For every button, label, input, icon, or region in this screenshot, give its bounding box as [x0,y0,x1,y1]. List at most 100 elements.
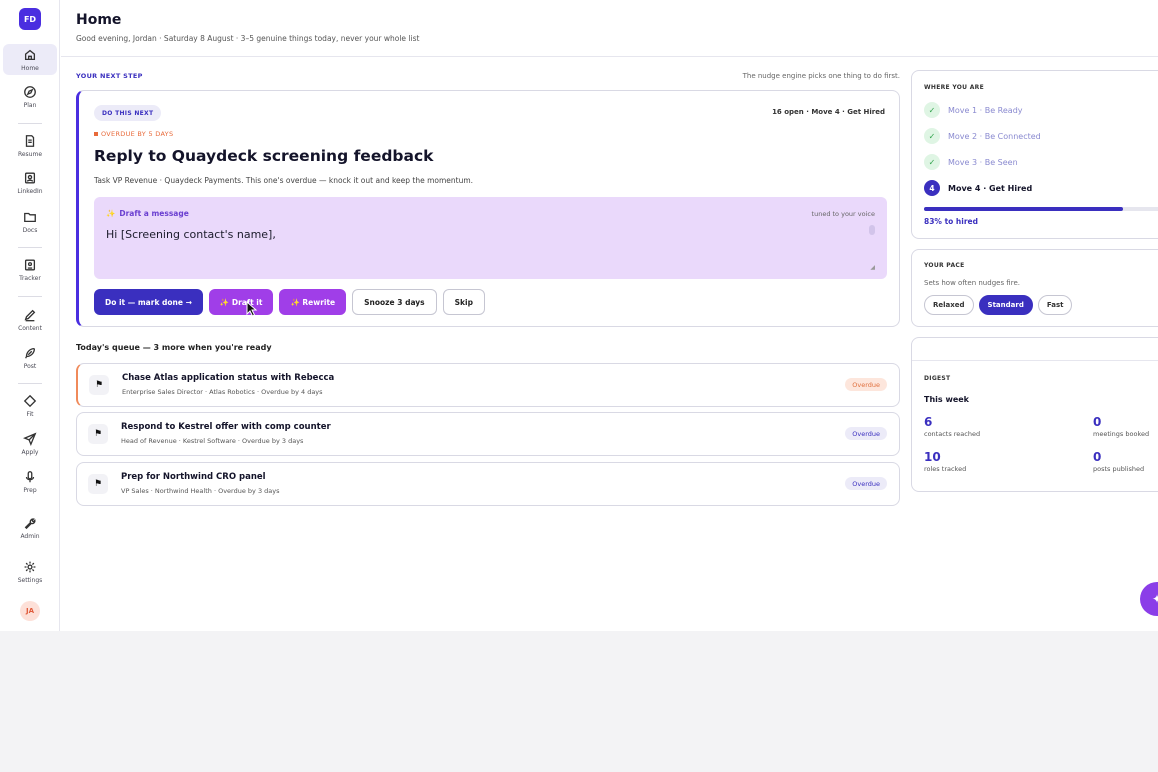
assistant-fab-button[interactable]: ✦ [1140,582,1158,616]
where-you-are-card: WHERE YOU ARE ✓ Move 1 · Be Ready ✓ Move… [911,70,1158,239]
queue-item[interactable]: ⚑ Respond to Kestrel offer with comp cou… [76,412,900,456]
sidebar-divider [18,123,42,124]
pace-subtitle: Sets how often nudges fire. [924,279,1020,287]
move-step-label: Move 2 · Be Connected [948,131,1041,141]
next-step-actions: Do it — mark done → ✨ Draft it ✨ Rewrite… [94,289,485,315]
sidebar-item-apply[interactable]: Apply [3,431,57,456]
draft-scrollbar[interactable] [869,225,875,235]
next-step-description: Task VP Revenue · Quaydeck Payments. Thi… [94,176,474,185]
digest-stat-value: 6 [924,415,933,429]
check-icon: ✓ [924,154,940,170]
queue-item-subtitle: Head of Revenue · Kestrel Software · Ove… [121,437,304,445]
avatar[interactable]: JA [20,601,40,621]
gear-icon [22,559,38,575]
sparkle-icon: ✨ [106,209,116,218]
move-step-current: 4 Move 4 · Get Hired [924,180,1032,196]
sidebar-divider [18,383,42,384]
move-step: ✓ Move 1 · Be Ready [924,102,1023,118]
sidebar-item-settings[interactable]: Settings [3,559,57,584]
microphone-icon [22,469,38,485]
id-badge-icon [22,257,38,273]
next-step-label: YOUR NEXT STEP [76,72,143,80]
draft-message-textarea[interactable]: Hi [Screening contact's name], [106,228,276,241]
where-you-are-label: WHERE YOU ARE [924,84,985,91]
digest-stat: 0 posts published [1093,450,1144,473]
mark-done-button[interactable]: Do it — mark done → [94,289,203,315]
page-background [0,631,1158,772]
pace-relaxed-button[interactable]: Relaxed [924,295,974,315]
digest-stat-value: 0 [1093,450,1102,464]
skip-button[interactable]: Skip [442,289,485,315]
sidebar-divider [18,296,42,297]
sidebar-item-resume[interactable]: Resume [3,133,57,158]
sidebar-item-post[interactable]: Post [3,345,57,370]
sidebar-item-content[interactable]: Content [3,307,57,332]
next-step-note: The nudge engine picks one thing to do f… [742,72,900,80]
pen-icon [22,307,38,323]
digest-stat-label: posts published [1093,465,1145,473]
digest-period: This week [924,395,970,404]
sidebar-item-label: Apply [21,449,39,456]
sidebar-item-home[interactable]: Home [3,44,57,75]
queue-item-title: Prep for Northwind CRO panel [121,472,266,482]
sidebar-item-label: Home [21,65,39,72]
flag-icon: ⚑ [88,474,108,494]
app-window: FD Home Plan Resume LinkedIn Docs Tracke… [0,0,1158,631]
draft-it-button[interactable]: ✨ Draft it [208,289,274,315]
flag-icon: ⚑ [89,375,109,395]
hired-progress-bar [924,207,1158,211]
digest-stat-value: 10 [924,450,941,464]
page-title: Home [76,12,122,28]
flag-icon: ⚑ [88,424,108,444]
overdue-text: OVERDUE BY 5 DAYS [101,130,174,138]
sidebar-item-label: LinkedIn [17,188,43,195]
sidebar-item-plan[interactable]: Plan [3,84,57,109]
move-step-label: Move 1 · Be Ready [948,105,1023,115]
status-badge: Overdue [845,378,887,391]
pace-fast-button[interactable]: Fast [1037,295,1073,315]
queue-item[interactable]: ⚑ Prep for Northwind CRO panel VP Sales … [76,462,900,506]
sidebar-item-fit[interactable]: Fit [3,393,57,418]
folder-icon [22,209,38,225]
snooze-button[interactable]: Snooze 3 days [352,289,437,315]
sidebar-item-label: Fit [26,411,34,418]
move-step: ✓ Move 2 · Be Connected [924,128,1041,144]
resize-handle-icon[interactable]: ◢ [870,264,875,271]
queue-item-title: Respond to Kestrel offer with comp count… [121,422,331,432]
diamond-icon [22,393,38,409]
draft-message-box: ✨ Draft a message tuned to your voice Hi… [94,197,887,279]
pace-card: YOUR PACE Sets how often nudges fire. Re… [911,249,1158,327]
check-icon: ✓ [924,102,940,118]
rewrite-button[interactable]: ✨ Rewrite [279,289,347,315]
move-step-label: Move 4 · Get Hired [948,183,1033,193]
home-icon [22,47,38,63]
digest-divider [912,360,1158,361]
sidebar: FD Home Plan Resume LinkedIn Docs Tracke… [0,0,60,631]
sidebar-item-label: Docs [22,227,38,234]
status-badge: Overdue [845,477,887,490]
sidebar-item-tracker[interactable]: Tracker [3,257,57,282]
sidebar-item-admin[interactable]: Admin [3,515,57,540]
document-icon [22,133,38,149]
pace-options: Relaxed Standard Fast [924,295,1073,315]
sidebar-item-docs[interactable]: Docs [3,209,57,234]
sidebar-item-linkedin[interactable]: LinkedIn [3,170,57,195]
hired-progress-fill [924,207,1124,211]
digest-stat-label: contacts reached [924,430,981,438]
profile-card-icon [22,170,38,186]
sidebar-item-prep[interactable]: Prep [3,469,57,494]
step-number: 4 [924,180,940,196]
app-logo[interactable]: FD [19,8,41,30]
digest-label: DIGEST [924,375,951,382]
sidebar-item-label: Admin [20,533,40,540]
queue-item-title: Chase Atlas application status with Rebe… [122,373,335,383]
move-step: ✓ Move 3 · Be Seen [924,154,1018,170]
pace-standard-button[interactable]: Standard [978,295,1033,315]
digest-stat-label: meetings booked [1093,430,1150,438]
queue-item-subtitle: Enterprise Sales Director · Atlas Roboti… [122,388,323,396]
queue-title: Today's queue — 3 more when you're ready [76,343,272,352]
queue-item[interactable]: ⚑ Chase Atlas application status with Re… [76,363,900,407]
status-badge: Overdue [845,427,887,440]
next-step-header: YOUR NEXT STEP The nudge engine picks on… [76,72,900,84]
wrench-icon [22,515,38,531]
